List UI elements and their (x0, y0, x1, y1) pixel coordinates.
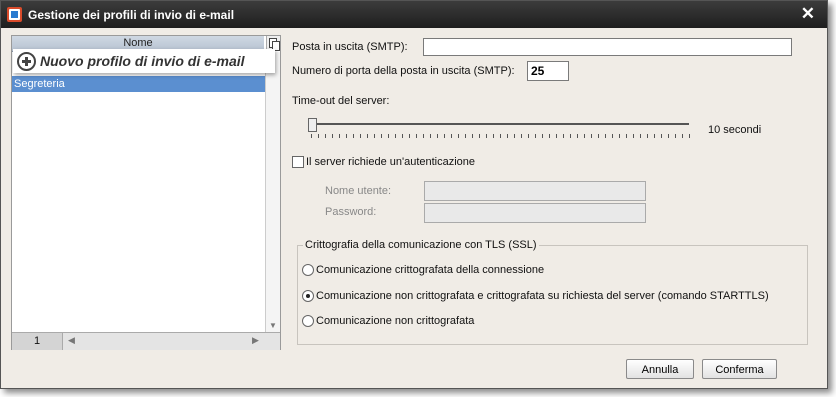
cancel-button[interactable]: Annulla (626, 359, 694, 379)
app-logo-icon (7, 7, 22, 22)
vertical-scrollbar[interactable]: ▼ (265, 52, 280, 332)
tls-legend: Crittografia della comunicazione con TLS… (303, 239, 539, 251)
port-label: Numero di porta della posta in uscita (S… (292, 65, 515, 77)
scroll-right-icon[interactable]: ▶ (252, 335, 259, 346)
title-bar: Gestione dei profili di invio di e-mail … (1, 1, 827, 28)
plus-circle-icon (17, 52, 36, 71)
slider-ticks (311, 134, 691, 138)
list-item[interactable]: Segreteria (12, 76, 266, 92)
window-title: Gestione dei profili di invio di e-mail (28, 8, 235, 22)
timeout-value: 10 secondi (708, 124, 762, 136)
password-input[interactable] (424, 203, 646, 223)
tls-option-label: Comunicazione non crittografata (316, 315, 475, 327)
close-icon[interactable]: ✕ (801, 4, 815, 24)
timeout-label: Time-out del server: (292, 95, 390, 107)
username-label: Nome utente: (325, 185, 392, 197)
password-label: Password: (325, 206, 377, 218)
slider-track (311, 123, 689, 125)
port-input[interactable] (527, 61, 569, 81)
timeout-slider[interactable] (308, 118, 691, 138)
tls-option-label: Comunicazione non crittografata e critto… (316, 290, 769, 302)
new-profile-button[interactable]: Nuovo profilo di invio di e-mail (13, 49, 275, 73)
smtp-label: Posta in uscita (SMTP): (292, 41, 408, 53)
auth-checkbox[interactable] (292, 156, 304, 168)
profiles-dialog: Gestione dei profili di invio di e-mail … (0, 0, 828, 389)
slider-thumb[interactable] (308, 118, 317, 132)
tls-radio-encrypted[interactable] (302, 264, 314, 276)
scroll-left-icon[interactable]: ◀ (68, 335, 75, 346)
new-profile-label: Nuovo profilo di invio di e-mail (40, 53, 245, 69)
profile-list: Nome Nuovo profilo di invio di e-mail Se… (11, 35, 281, 350)
page-number: 1 (12, 333, 63, 350)
confirm-button[interactable]: Conferma (702, 359, 777, 379)
tls-option-label: Comunicazione crittografata della connes… (316, 264, 545, 276)
list-footer: 1 ◀ ▶ (12, 332, 280, 350)
smtp-server-input[interactable] (423, 38, 792, 56)
username-input[interactable] (424, 181, 646, 201)
scroll-down-icon[interactable]: ▼ (269, 321, 277, 330)
tls-radio-unencrypted[interactable] (302, 315, 314, 327)
tls-radio-starttls[interactable] (302, 290, 314, 302)
auth-label: Il server richiede un'autenticazione (306, 156, 476, 168)
